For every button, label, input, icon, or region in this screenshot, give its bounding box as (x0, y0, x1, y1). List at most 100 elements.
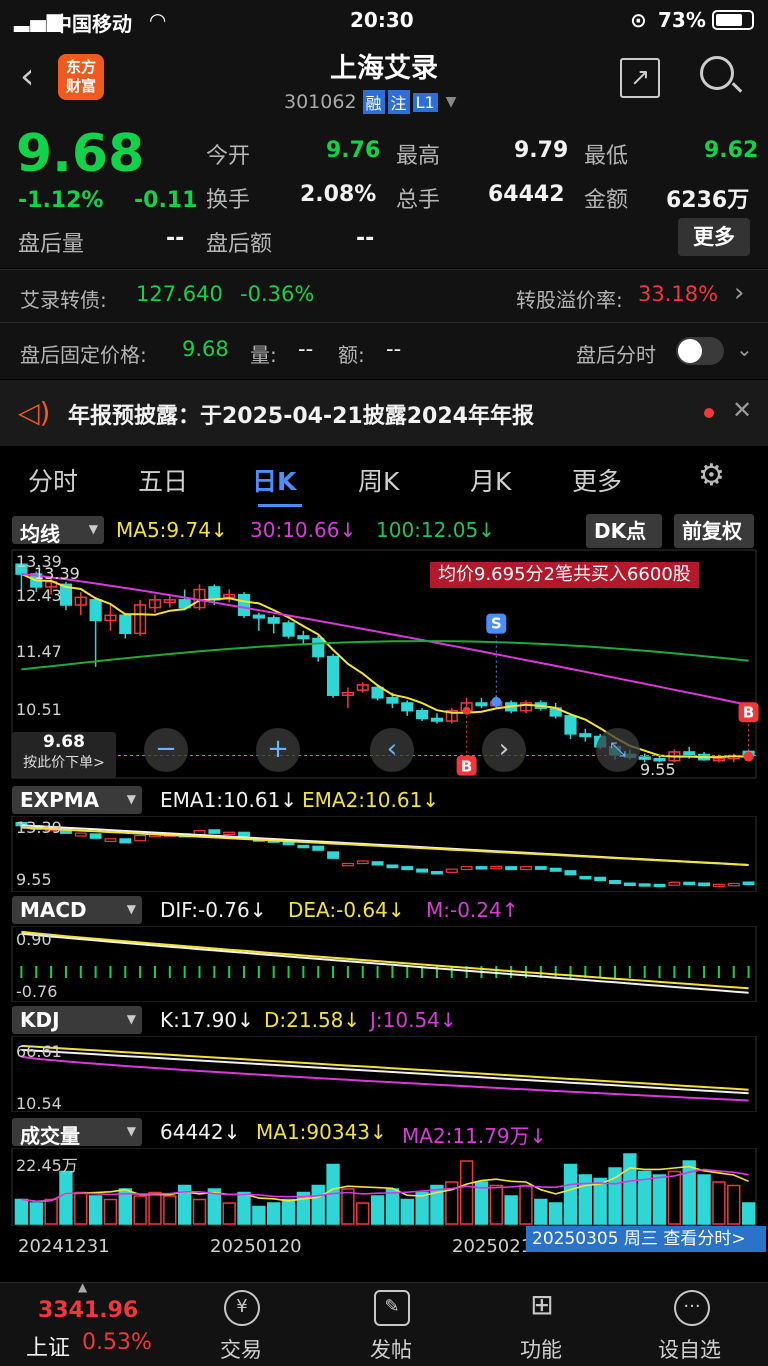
expma-candle (727, 882, 740, 887)
volume-bar (712, 1181, 726, 1225)
ma30-line (21, 573, 749, 706)
volume-bar (459, 1160, 474, 1225)
ema2-line (21, 826, 749, 866)
volume-bar (88, 1195, 103, 1225)
volume-bar (370, 1195, 385, 1225)
expma-candle (460, 866, 473, 871)
expma-y-top: 13.39 (16, 818, 62, 837)
volume-label: 总手 (396, 188, 441, 213)
nav-trade[interactable]: 交易 (220, 1334, 262, 1364)
volume-bar (14, 1198, 29, 1225)
change-percent: -1.12% (18, 188, 104, 213)
turnover-label: 换手 (206, 188, 251, 213)
tab-intraday[interactable]: 分时 (28, 462, 78, 498)
notice-bar[interactable]: ◁) 年报预披露：于2025-04-21披露2024年年报 ✕ (0, 380, 768, 446)
after-vol-value: -- (166, 226, 185, 251)
after-amt-value: -- (356, 226, 375, 251)
tab-more[interactable]: 更多 (572, 462, 622, 498)
panel-frame (11, 816, 757, 892)
tab-five-day[interactable]: 五日 (138, 462, 188, 498)
volume-bar (192, 1198, 207, 1225)
index-change[interactable]: 0.53% (82, 1330, 152, 1355)
date-tooltip[interactable]: 20250305 周三 查看分时> (526, 1226, 766, 1252)
d-line (21, 1044, 749, 1091)
volume-value: 64442 (488, 182, 565, 207)
amount-value: 6236万 (666, 188, 750, 213)
expma-candle (698, 882, 711, 887)
chevron-right-icon[interactable]: › (734, 278, 744, 308)
volume-bar (385, 1188, 400, 1225)
tab-weekly-k[interactable]: 周K (358, 462, 399, 498)
nav-post[interactable]: 发帖 (370, 1334, 412, 1364)
volume-bar (59, 1170, 73, 1225)
tab-daily-k[interactable]: 日K (252, 462, 296, 498)
status-bar: ▂▄▆ 中国移动 ◠ 20:30 ⊙ 73% (0, 0, 768, 40)
fq-button[interactable]: 前复权 (674, 514, 754, 548)
tab-monthly-k[interactable]: 月K (470, 462, 511, 498)
volume-selector[interactable]: 成交量 ▼ (12, 1118, 142, 1148)
expma-candle (208, 829, 221, 834)
ma-selector[interactable]: 均线 ▼ (12, 516, 104, 546)
expma-candle (430, 871, 443, 875)
level-tag: L1 (412, 92, 438, 112)
volume-bar (400, 1198, 414, 1225)
zoom-out-button[interactable]: − (144, 728, 188, 772)
index-value[interactable]: 3341.96 (38, 1298, 138, 1323)
dea-line (21, 930, 749, 990)
order-price-tag[interactable]: 9.68 按此价下单> (12, 732, 116, 778)
pan-left-button[interactable]: ‹ (370, 728, 414, 772)
expma-candle (712, 883, 725, 888)
fullscreen-button[interactable]: ⤡ (596, 728, 640, 772)
bond-row[interactable]: 艾录转债: 127.640 -0.36% 转股溢价率: 33.18% › (0, 270, 768, 322)
index-name[interactable]: 上证 (26, 1330, 70, 1362)
expma-selector[interactable]: EXPMA ▼ (12, 786, 142, 814)
expma-candle (223, 831, 236, 836)
expma-candle (594, 876, 607, 882)
candle-body (297, 635, 310, 640)
share-icon[interactable]: ↗ (620, 58, 660, 98)
nav-function[interactable]: 功能 (520, 1334, 562, 1364)
kdj-chart[interactable] (0, 1036, 768, 1112)
close-icon[interactable]: ✕ (732, 396, 752, 424)
after-hours-amt: -- (386, 337, 402, 361)
macd-chart[interactable] (0, 926, 768, 1002)
macd-selector[interactable]: MACD ▼ (12, 896, 142, 924)
volume-bar (267, 1202, 281, 1225)
volume-bar (548, 1202, 563, 1225)
more-button[interactable]: 更多 (678, 218, 750, 256)
function-icon[interactable]: ⊞ (524, 1290, 560, 1326)
after-hours-toggle[interactable] (676, 337, 724, 365)
bond-change: -0.36% (240, 282, 315, 306)
volume-chart[interactable] (0, 1148, 768, 1226)
candle-body (237, 593, 251, 617)
nav-watchlist[interactable]: 设自选 (658, 1334, 721, 1364)
stock-code-row: 301062 融 注 L1 ▼ (284, 90, 456, 114)
zoom-in-button[interactable]: + (256, 728, 300, 772)
expma-candle (238, 831, 250, 838)
margin-tag: 融 (362, 90, 385, 114)
watchlist-icon[interactable]: ··· (674, 1290, 710, 1326)
pan-right-button[interactable]: › (482, 728, 526, 772)
trade-icon[interactable]: ¥ (224, 1290, 260, 1326)
candle-body (475, 702, 488, 707)
expma-candle (297, 844, 310, 849)
clock: 20:30 (350, 8, 414, 32)
y-label-4: 10.51 (16, 700, 62, 719)
high-marker: 13.39 (34, 564, 80, 583)
candle-body (683, 751, 696, 756)
carrier: 中国移动 (52, 12, 132, 36)
settings-icon[interactable]: ⚙ (698, 458, 725, 493)
chevron-down-icon[interactable]: ▼ (446, 94, 457, 110)
post-icon[interactable]: ✎ (374, 1290, 410, 1326)
dk-button[interactable]: DK点 (586, 514, 662, 548)
candle-body (386, 697, 399, 704)
expma-candle (341, 862, 354, 867)
kdj-selector[interactable]: KDJ ▼ (12, 1006, 142, 1034)
expma-candle (371, 861, 384, 866)
chevron-down-icon[interactable]: ⌄ (736, 337, 753, 361)
volume-bar (103, 1198, 118, 1225)
j-readout: J:10.54↓ (370, 1008, 457, 1032)
unread-dot (704, 408, 714, 418)
search-icon[interactable] (700, 56, 743, 93)
expma-chart[interactable] (0, 816, 768, 892)
